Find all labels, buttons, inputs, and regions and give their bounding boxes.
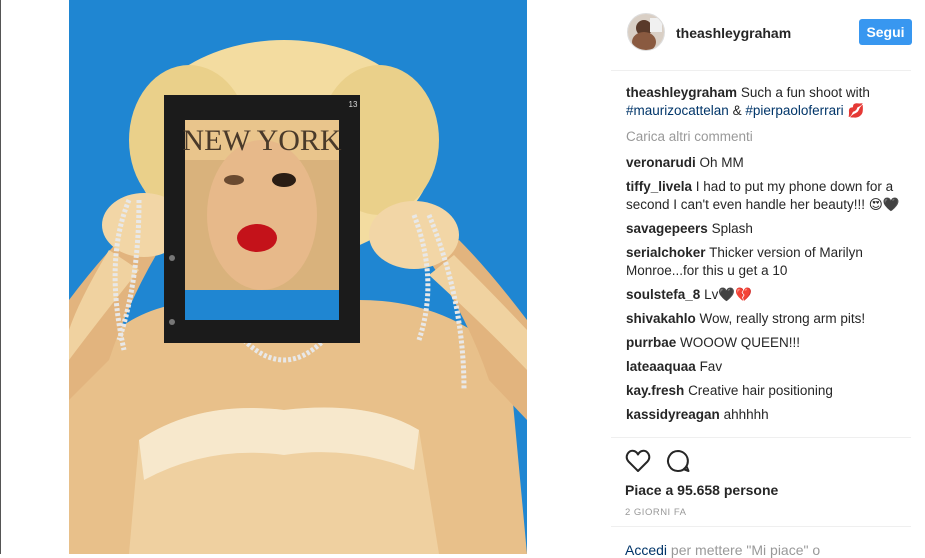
magazine-page-number: 13 — [349, 100, 358, 109]
comment-text: Splash — [711, 221, 753, 236]
comment-item: serialchoker Thicker version of Marilyn … — [626, 244, 911, 280]
comment-text: WOOOW QUEEN!!! — [680, 335, 801, 350]
comment-item: savagepeers Splash — [626, 220, 911, 238]
caption: theashleygraham Such a fun shoot with #m… — [626, 84, 911, 120]
comment-item: kassidyreagan ahhhhh — [626, 406, 911, 424]
kiss-emoji-icon: 💋 — [847, 103, 865, 118]
comment-item: tiffy_livela I had to put my phone down … — [626, 178, 911, 214]
caption-ampersand: & — [732, 103, 742, 118]
post-header: theashleygraham Segui — [611, 0, 912, 71]
comment-bubble-icon[interactable] — [665, 448, 691, 474]
comment-item: purrbae WOOOW QUEEN!!! — [626, 334, 911, 352]
heart-icon[interactable] — [625, 448, 651, 474]
comments-list[interactable]: theashleygraham Such a fun shoot with #m… — [626, 84, 911, 436]
post-date: 2 GIORNI FA — [625, 507, 687, 518]
comment-username[interactable]: tiffy_livela — [626, 179, 692, 194]
comment-username[interactable]: lateaaquaa — [626, 359, 696, 374]
comment-text: ahhhhh — [723, 407, 769, 422]
avatar[interactable] — [627, 13, 665, 51]
comment-text: Wow, really strong arm pits! — [699, 311, 866, 326]
magazine-title: NEW YORK — [182, 124, 341, 157]
comment-item: lateaaquaa Fav — [626, 358, 911, 376]
post-side-panel: theashleygraham Segui theashleygraham Su… — [611, 0, 925, 558]
post-photo[interactable]: NEW YORK 13 — [69, 0, 527, 554]
caption-text: Such a fun shoot with — [740, 85, 870, 100]
caption-username[interactable]: theashleygraham — [626, 85, 737, 100]
comment-text: Creative hair positioning — [688, 383, 833, 398]
comment-text: Fav — [699, 359, 723, 374]
hashtag-link[interactable]: #maurizocattelan — [626, 103, 729, 118]
login-prompt: Accedi per mettere "Mi piace" o — [625, 542, 820, 558]
comment-username[interactable]: kassidyreagan — [626, 407, 720, 422]
divider — [611, 526, 911, 527]
avatar-image — [628, 14, 664, 50]
login-prompt-text: per mettere "Mi piace" o — [670, 542, 821, 558]
comment-item: soulstefa_8 Lv🖤💔 — [626, 286, 911, 304]
follow-button[interactable]: Segui — [859, 19, 912, 45]
login-link[interactable]: Accedi — [625, 542, 667, 558]
load-more-comments-link[interactable]: Carica altri commenti — [626, 128, 911, 146]
comment-username[interactable]: soulstefa_8 — [626, 287, 700, 302]
comment-text: Oh MM — [699, 155, 744, 170]
photo-illustration: NEW YORK 13 — [69, 0, 527, 554]
post-author-username[interactable]: theashleygraham — [676, 25, 791, 41]
likes-count[interactable]: Piace a 95.658 persone — [625, 482, 778, 498]
comment-text: Lv🖤💔 — [704, 287, 752, 302]
comment-item: kay.fresh Creative hair positioning — [626, 382, 911, 400]
comment-username[interactable]: shivakahlo — [626, 311, 696, 326]
comment-username[interactable]: serialchoker — [626, 245, 706, 260]
comment-username[interactable]: veronarudi — [626, 155, 696, 170]
comment-username[interactable]: purrbae — [626, 335, 676, 350]
comment-item: veronarudi Oh MM — [626, 154, 911, 172]
post-actions: Piace a 95.658 persone 2 GIORNI FA Acced… — [611, 437, 911, 558]
comment-item: shivakahlo Wow, really strong arm pits! — [626, 310, 911, 328]
hashtag-link[interactable]: #pierpaoloferrari — [745, 103, 843, 118]
comment-username[interactable]: kay.fresh — [626, 383, 684, 398]
comment-username[interactable]: savagepeers — [626, 221, 708, 236]
window-edge — [0, 0, 1, 554]
